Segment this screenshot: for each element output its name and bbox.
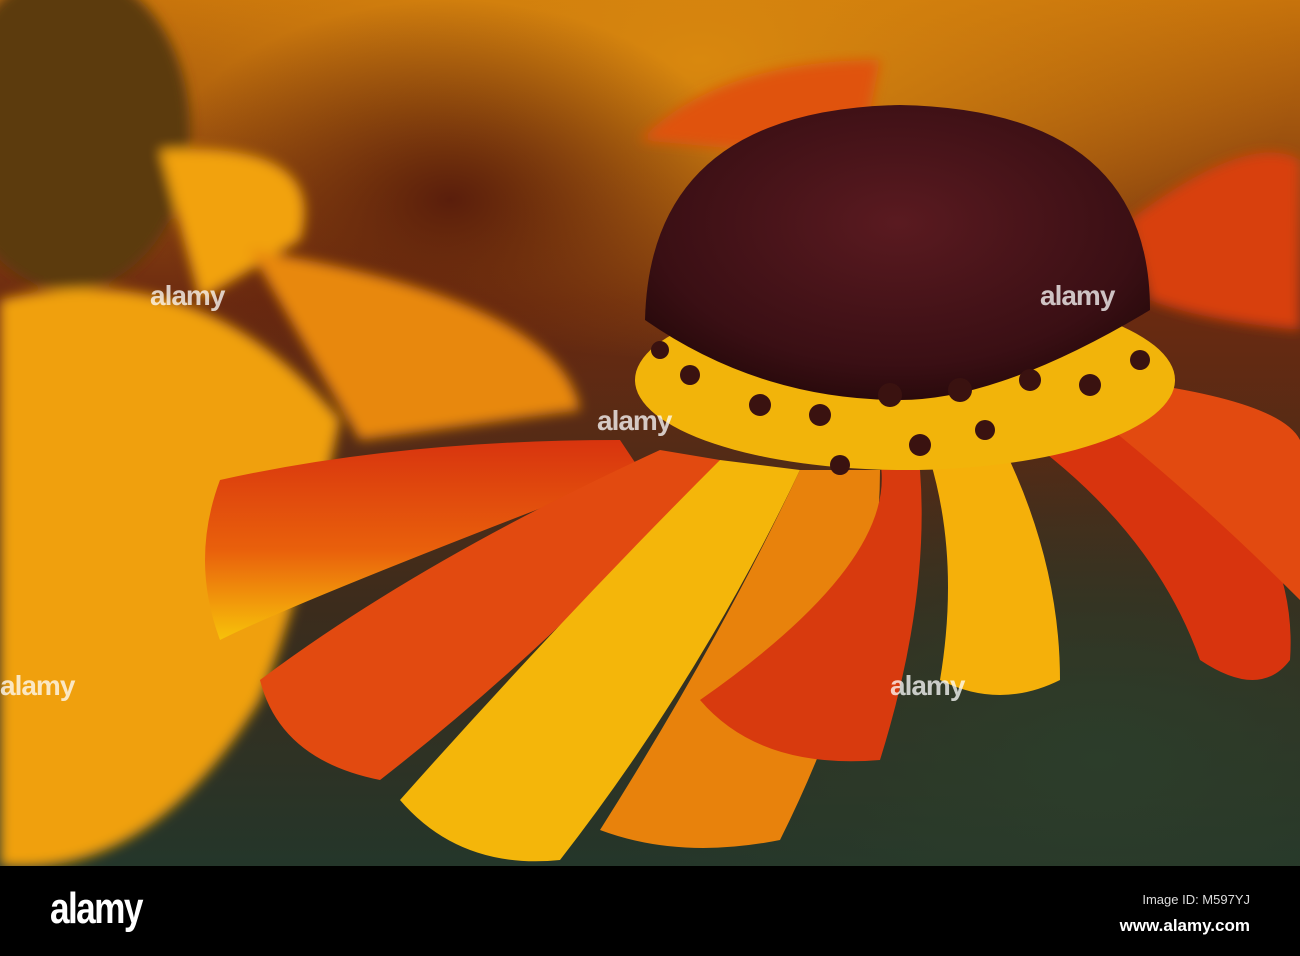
watermark: alamy (597, 405, 672, 436)
image-id: Image ID: M597YJ (1142, 892, 1250, 907)
footer-bar: alamy Image ID: M597YJ www.alamy.com (0, 866, 1300, 956)
alamy-logo: alamy (50, 884, 143, 933)
watermark: alamy (890, 670, 965, 701)
watermark: alamy (0, 670, 75, 701)
watermark: alamy (150, 280, 225, 311)
watermark: alamy (1040, 280, 1115, 311)
flower-photo: alamy alamy alamy alamy alamy (0, 0, 1300, 866)
website-link: www.alamy.com (1119, 916, 1250, 935)
